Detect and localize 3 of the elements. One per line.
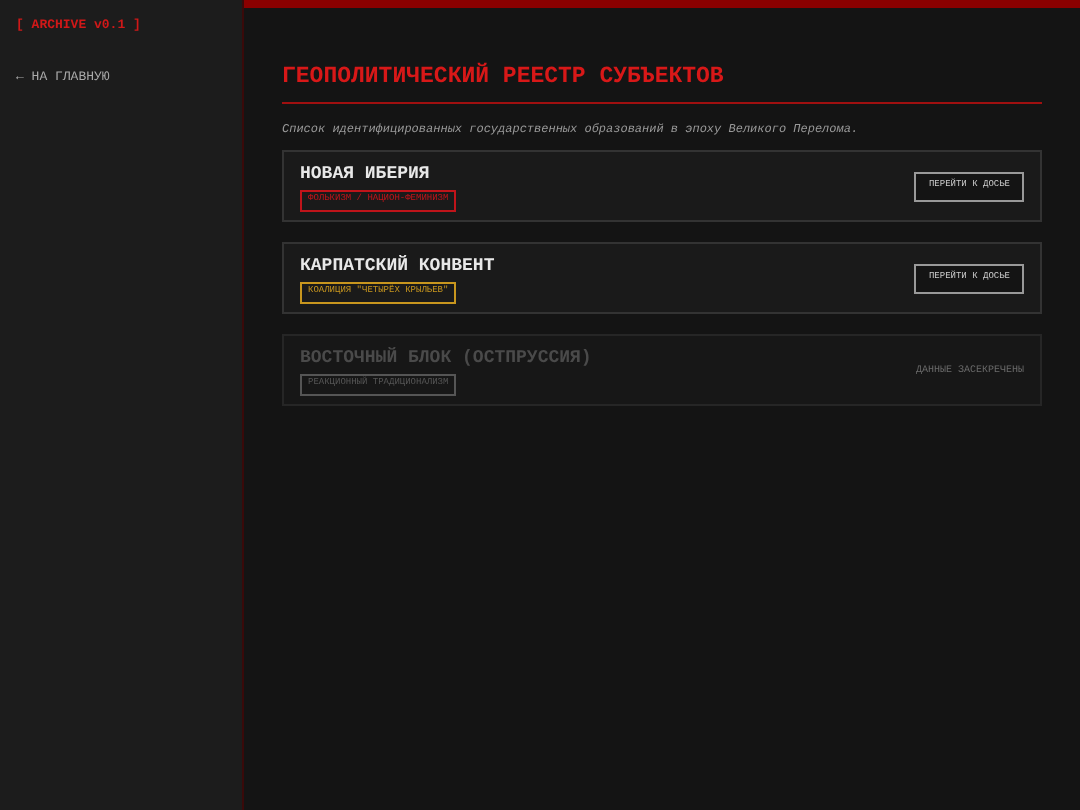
entity-name: НОВАЯ ИБЕРИЯ [300,161,430,188]
page-title: ГЕОПОЛИТИЧЕСКИЙ РЕЕСТР СУБЪЕКТОВ [282,60,1042,105]
entity-name: КАРПАТСКИЙ КОНВЕНТ [300,253,495,280]
